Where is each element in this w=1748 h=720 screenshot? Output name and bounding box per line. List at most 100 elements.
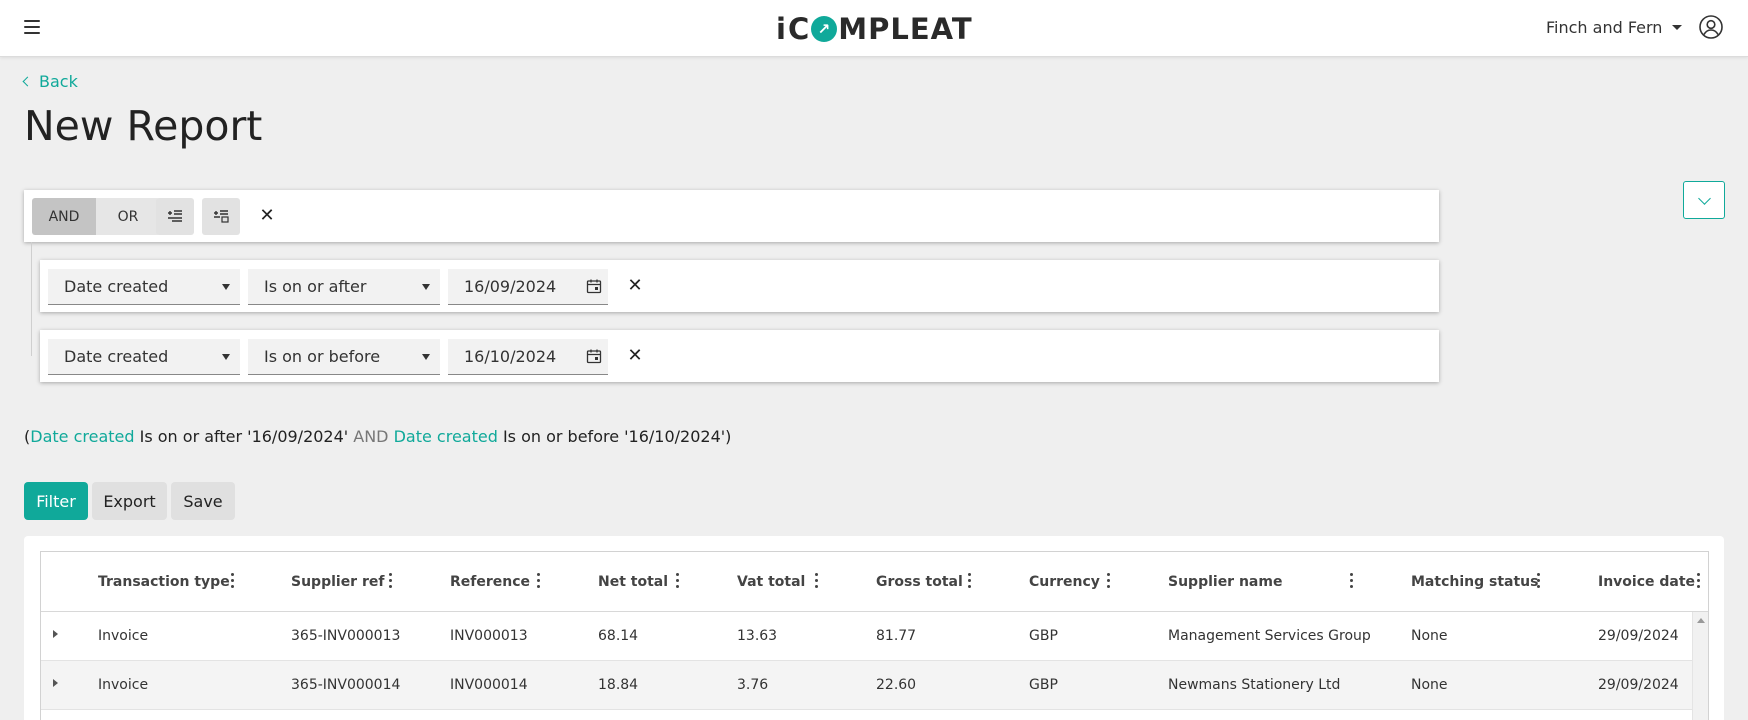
kebab-icon[interactable] xyxy=(815,573,819,589)
app-logo: i C ↗ MPLEAT xyxy=(776,12,973,46)
hamburger-icon[interactable] xyxy=(24,20,40,34)
table-row[interactable]: Invoice 365-INV000014 INV000014 18.84 3.… xyxy=(41,661,1692,710)
date-input-value: 16/10/2024 xyxy=(464,347,557,366)
results-card: Transaction type Supplier ref Reference … xyxy=(24,536,1724,720)
kebab-icon[interactable] xyxy=(1537,573,1541,589)
user-circle-icon[interactable] xyxy=(1699,15,1723,39)
cell-reference: INV000014 xyxy=(450,677,528,693)
add-group-icon xyxy=(214,210,229,223)
column-header-net-total[interactable]: Net total xyxy=(598,574,668,590)
cell-vat-total: 13.63 xyxy=(737,628,778,644)
date-input[interactable]: 16/09/2024 xyxy=(448,269,608,305)
grid-header: Transaction type Supplier ref Reference … xyxy=(41,552,1708,612)
column-header-currency[interactable]: Currency xyxy=(1029,574,1100,590)
date-input-value: 16/09/2024 xyxy=(464,277,557,296)
tree-connector xyxy=(31,242,32,356)
cell-transaction-type: Invoice xyxy=(98,628,149,644)
cell-gross-total: 81.77 xyxy=(876,628,917,644)
cell-invoice-date: 29/09/2024 xyxy=(1598,628,1679,644)
cell-net-total: 68.14 xyxy=(598,628,639,644)
column-header-supplier-ref[interactable]: Supplier ref xyxy=(291,574,384,590)
kebab-icon[interactable] xyxy=(968,573,972,589)
logo-text-end: MPLEAT xyxy=(838,12,973,46)
field-select-value: Date created xyxy=(64,277,169,296)
cell-currency: GBP xyxy=(1029,628,1058,644)
chevron-down-icon xyxy=(1698,192,1711,205)
calendar-icon[interactable] xyxy=(586,278,602,294)
kebab-icon[interactable] xyxy=(1107,573,1111,589)
caret-down-icon xyxy=(1672,25,1683,30)
cell-reference: INV000013 xyxy=(450,628,528,644)
column-header-invoice-date[interactable]: Invoice date xyxy=(1598,574,1695,590)
summary-text: Is on or before '16/10/2024') xyxy=(497,427,732,446)
close-icon[interactable]: ✕ xyxy=(256,205,278,227)
summary-field: Date created xyxy=(388,427,498,446)
cell-net-total: 18.84 xyxy=(598,677,639,693)
kebab-icon[interactable] xyxy=(676,573,680,589)
filter-condition-row: Date created Is on or after 16/09/2024 ✕ xyxy=(40,260,1439,312)
page-title: New Report xyxy=(24,102,263,150)
dropdown-arrow-icon xyxy=(222,354,230,360)
summary-field: Date created xyxy=(30,427,135,446)
add-group-button[interactable] xyxy=(202,198,240,235)
expand-row-icon[interactable] xyxy=(53,630,58,638)
add-condition-icon xyxy=(168,210,182,222)
column-header-transaction-type[interactable]: Transaction type xyxy=(98,574,230,590)
cell-vat-total: 3.76 xyxy=(737,677,769,693)
organisation-name: Finch and Fern xyxy=(1546,18,1663,37)
operator-select-value: Is on or before xyxy=(264,347,381,366)
dropdown-arrow-icon xyxy=(422,284,430,290)
kebab-icon[interactable] xyxy=(537,573,541,589)
cell-currency: GBP xyxy=(1029,677,1058,693)
results-grid: Transaction type Supplier ref Reference … xyxy=(40,551,1709,720)
chevron-left-icon xyxy=(22,76,33,87)
export-button[interactable]: Export xyxy=(92,482,167,520)
vertical-scrollbar[interactable] xyxy=(1692,612,1708,720)
summary-text: Is on or after '16/09/2024' xyxy=(134,427,354,446)
expand-row-icon[interactable] xyxy=(53,679,58,687)
column-header-matching-status[interactable]: Matching status xyxy=(1411,574,1538,590)
table-row[interactable]: Invoice 365-INV000013 INV000013 68.14 13… xyxy=(41,612,1692,661)
kebab-icon[interactable] xyxy=(231,573,235,589)
back-label: Back xyxy=(39,72,78,91)
collapse-filter-button[interactable] xyxy=(1683,181,1725,219)
date-input[interactable]: 16/10/2024 xyxy=(448,339,608,375)
field-select-value: Date created xyxy=(64,347,169,366)
cell-invoice-date: 29/09/2024 xyxy=(1598,677,1679,693)
add-condition-button[interactable] xyxy=(156,198,194,235)
filter-group-toolbar: AND OR ✕ xyxy=(24,190,1439,242)
kebab-icon[interactable] xyxy=(1697,573,1701,589)
kebab-icon[interactable] xyxy=(389,573,393,589)
scroll-up-icon[interactable] xyxy=(1697,618,1705,623)
operator-select-value: Is on or after xyxy=(264,277,367,296)
dropdown-arrow-icon xyxy=(222,284,230,290)
column-header-gross-total[interactable]: Gross total xyxy=(876,574,963,590)
cell-gross-total: 22.60 xyxy=(876,677,917,693)
column-header-reference[interactable]: Reference xyxy=(450,574,530,590)
logo-ring-icon: ↗ xyxy=(811,16,838,42)
column-header-supplier-name[interactable]: Supplier name xyxy=(1168,574,1282,590)
operator-select[interactable]: Is on or after xyxy=(248,269,440,305)
kebab-icon[interactable] xyxy=(1350,573,1354,589)
cell-matching-status: None xyxy=(1411,677,1448,693)
field-select[interactable]: Date created xyxy=(48,269,240,305)
cell-supplier-ref: 365-INV000013 xyxy=(291,628,401,644)
remove-condition-icon[interactable]: ✕ xyxy=(624,275,646,297)
cell-matching-status: None xyxy=(1411,628,1448,644)
calendar-icon[interactable] xyxy=(586,348,602,364)
or-toggle[interactable]: OR xyxy=(96,198,160,235)
filter-summary: (Date created Is on or after '16/09/2024… xyxy=(24,427,731,446)
and-toggle[interactable]: AND xyxy=(32,198,96,235)
filter-button[interactable]: Filter xyxy=(24,482,88,520)
top-bar: i C ↗ MPLEAT Finch and Fern xyxy=(0,0,1748,57)
operator-select[interactable]: Is on or before xyxy=(248,339,440,375)
back-link[interactable]: Back xyxy=(22,72,78,91)
cell-transaction-type: Invoice xyxy=(98,677,149,693)
cell-supplier-ref: 365-INV000014 xyxy=(291,677,401,693)
summary-joiner: AND xyxy=(353,427,389,446)
save-button[interactable]: Save xyxy=(171,482,235,520)
remove-condition-icon[interactable]: ✕ xyxy=(624,345,646,367)
organisation-dropdown[interactable]: Finch and Fern xyxy=(1546,18,1683,37)
field-select[interactable]: Date created xyxy=(48,339,240,375)
column-header-vat-total[interactable]: Vat total xyxy=(737,574,805,590)
